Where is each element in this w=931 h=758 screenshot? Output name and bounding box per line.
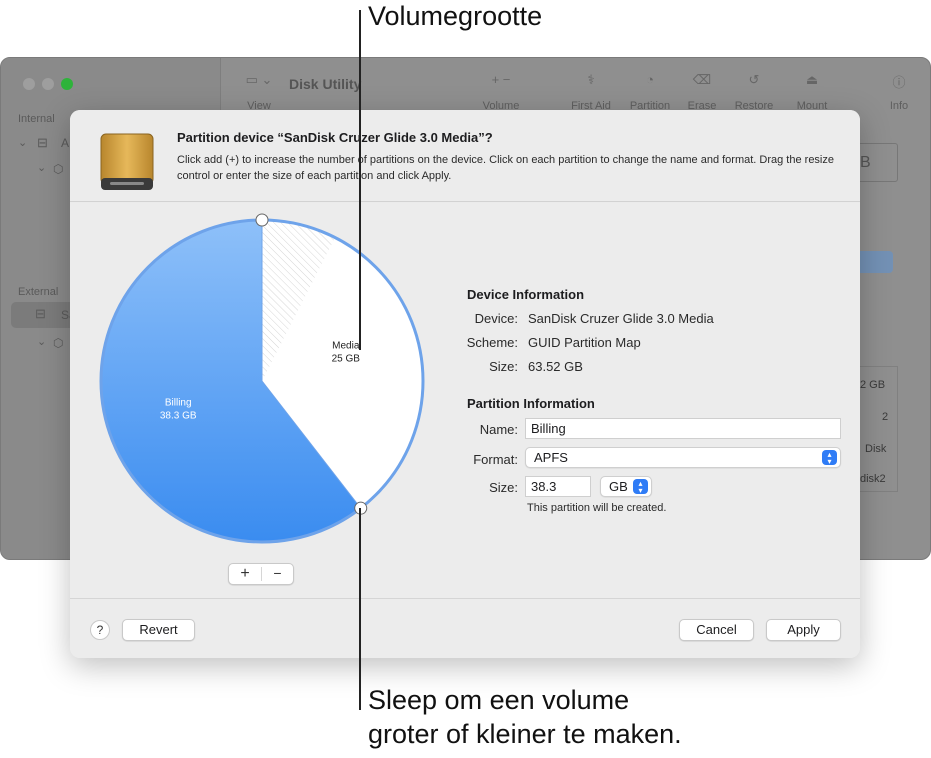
format-popup[interactable]: APFS ▴ ▾ [525,447,841,468]
pie-label-size: 38.3 GB [160,411,197,422]
callout-leader-bottom [359,508,361,710]
restore-icon[interactable]: ↺ [729,72,779,88]
first-aid-icon[interactable]: ⚕ [566,72,616,88]
sidebar-item-internal-disk[interactable]: A [61,136,69,150]
device-value: SanDisk Cruzer Glide 3.0 Media [528,311,714,326]
window-title: Disk Utility [289,76,362,92]
partition-note: This partition will be created. [527,502,667,514]
device-size-label: Size: [489,359,518,374]
pie-label-name: Media [332,340,360,351]
callout-volume-size: Volumegrootte [368,1,543,31]
device-info-heading: Device Information [467,287,585,302]
partition-pie-chart[interactable]: Media 25 GB Billing 38.3 GB [70,203,450,563]
container-icon: ⬡ [53,336,64,350]
partition-sheet: Partition device “SanDisk Cruzer Glide 3… [70,110,860,658]
container-icon: ⬡ [53,162,64,176]
device-label: Device: [474,311,518,326]
partition-icon[interactable]: ◔ [625,72,675,87]
callout-leader-top [359,10,361,350]
revert-button[interactable]: Revert [122,619,195,641]
size-unit-popup[interactable]: GB ▴ ▾ [600,476,652,497]
details-cell-type: Disk [865,443,887,455]
cancel-button[interactable]: Cancel [679,619,754,641]
minimize-window-button[interactable] [42,78,54,90]
chevron-down-icon[interactable]: ⌄ [18,136,27,149]
sidebar-section-external: External [18,286,59,298]
pie-label-size: 25 GB [332,353,361,364]
details-cell-capacity: 2 GB [860,379,886,391]
pie-label-name: Billing [165,398,192,409]
remove-partition-button[interactable]: − [261,566,293,581]
sidebar-toggle-icon[interactable]: ▭ ⌄ [242,72,276,88]
pie-resize-handle[interactable] [255,213,269,227]
sheet-description: Click add (+) to increase the number of … [177,154,834,182]
size-unit-value: GB [609,479,628,494]
partition-size-label: Size: [489,480,518,495]
format-label: Format: [473,452,518,467]
scheme-value: GUID Partition Map [528,335,641,350]
add-remove-partition-control: + − [228,563,294,585]
sheet-title: Partition device “SanDisk Cruzer Glide 3… [177,130,493,145]
callout-line-2: groter of kleiner te maken. [368,718,682,749]
details-cell-count: 2 [882,411,889,423]
internal-disk-icon: ⊟ [37,135,48,150]
partition-name-label: Name: [479,422,518,437]
toolbar-info[interactable]: Info [881,100,917,112]
add-partition-button[interactable]: + [229,565,261,583]
sheet-body: Media 25 GB Billing 38.3 GB + − Device Info… [70,203,860,598]
zoom-window-button[interactable] [61,78,73,90]
sidebar-section-internal: Internal [18,113,55,125]
capacity-box-text: B [860,154,871,171]
apply-button[interactable]: Apply [766,619,841,641]
close-window-button[interactable] [23,78,35,90]
callout-drag-resize: Sleep om een volume groter of kleiner te… [368,684,682,752]
chevron-down-icon[interactable]: ⌄ [37,335,46,348]
external-disk-icon: ⊟ [35,306,46,321]
info-icon[interactable]: ⓘ [881,72,917,91]
callout-line-1: Sleep om een volume [368,685,630,715]
erase-icon[interactable]: ⌫ [681,72,723,88]
popup-chevrons-icon: ▴ ▾ [633,479,648,495]
help-button[interactable]: ? [90,620,110,640]
format-value: APFS [534,450,568,465]
partition-name-field[interactable]: Billing [525,418,841,439]
sheet-footer: ? Revert Cancel Apply [70,598,860,658]
mount-icon[interactable]: ⏏ [789,72,835,88]
details-cell-device: disk2 [860,473,886,485]
chevron-down-icon[interactable]: ⌄ [37,161,46,174]
external-drive-icon [100,133,154,190]
popup-chevrons-icon: ▴ ▾ [822,450,837,466]
partition-info-heading: Partition Information [467,396,595,411]
partition-size-field[interactable]: 38.3 [525,476,591,497]
scheme-label: Scheme: [466,335,518,350]
sheet-header: Partition device “SanDisk Cruzer Glide 3… [70,110,860,202]
device-size-value: 63.52 GB [528,359,583,374]
add-remove-volume-icon[interactable]: + − [476,72,526,87]
